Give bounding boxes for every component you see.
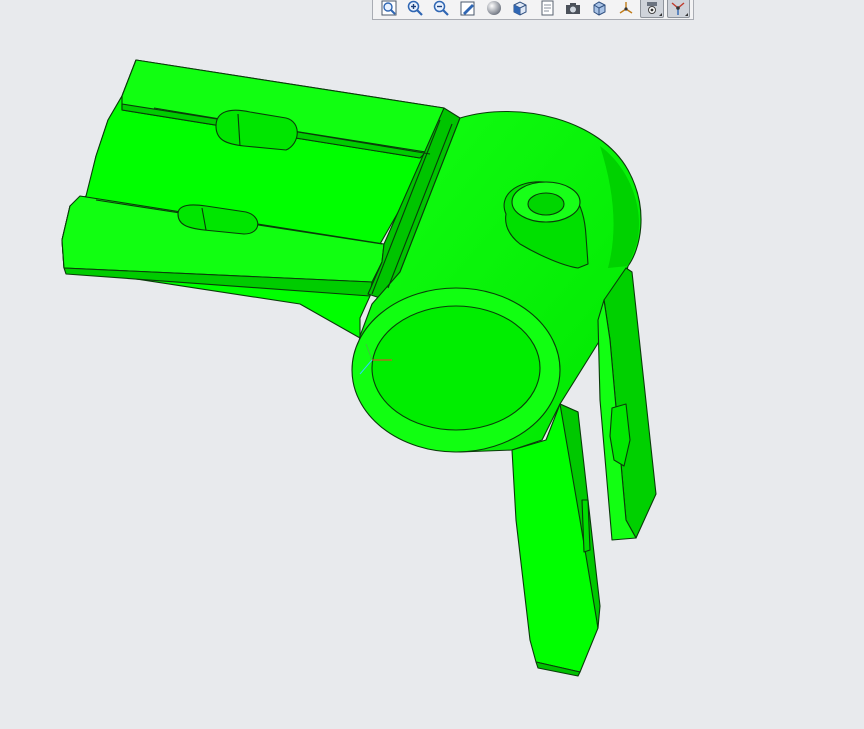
section-view-icon: [593, 0, 606, 16]
annotation-display-icon: [647, 1, 658, 14]
perspective-button[interactable]: [561, 0, 585, 18]
zoom-fit-button[interactable]: [377, 0, 401, 18]
zoom-out-icon: [434, 0, 450, 16]
view-toolbar: [372, 0, 694, 20]
view-manager-icon: [541, 0, 554, 15]
camera-icon: [566, 2, 581, 14]
lower-pocket: [581, 499, 591, 553]
zoom-in-button[interactable]: [403, 0, 427, 18]
datum-display-button[interactable]: [614, 0, 638, 18]
repaint-button[interactable]: [456, 0, 480, 18]
datum-display-icon: [619, 1, 633, 14]
zoom-out-button[interactable]: [430, 0, 454, 18]
annotation-display-button[interactable]: [640, 0, 664, 18]
view-manager-button[interactable]: [535, 0, 559, 18]
graphics-viewport[interactable]: [0, 0, 864, 729]
view-cube-icon: [513, 0, 527, 16]
repaint-icon: [460, 1, 475, 15]
zoom-fit-icon: [381, 0, 397, 15]
shaded-sphere-icon: [487, 0, 502, 15]
display-style-button[interactable]: [482, 0, 506, 18]
zoom-in-icon: [407, 0, 423, 16]
spin-center-icon: [671, 1, 685, 15]
section-view-button[interactable]: [588, 0, 612, 18]
boss-hole: [527, 192, 565, 216]
green-bracket-3d-model[interactable]: [0, 0, 864, 729]
spin-center-button[interactable]: [666, 0, 691, 18]
saved-views-button[interactable]: [509, 0, 533, 18]
hub-ring-inner: [371, 305, 541, 431]
